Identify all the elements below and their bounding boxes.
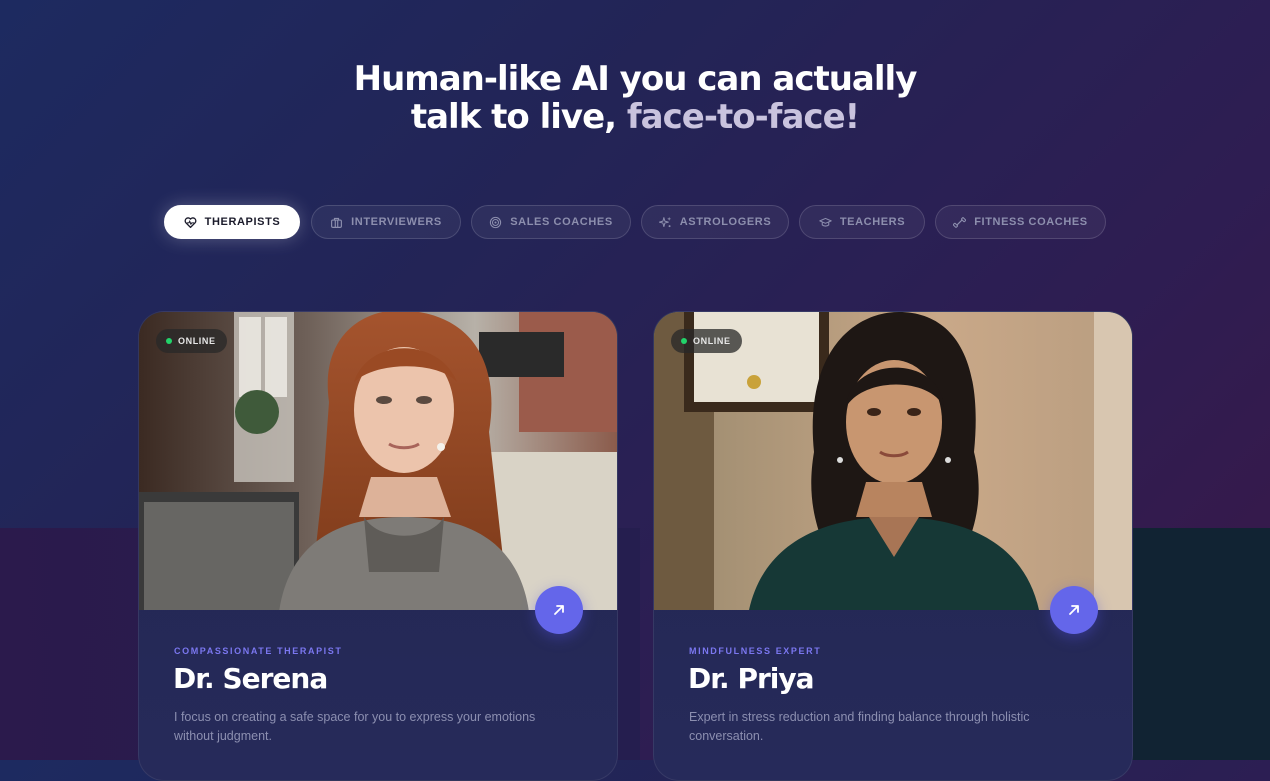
avatar-name: Dr. Priya — [688, 662, 815, 695]
status-label: ONLINE — [178, 336, 216, 346]
tab-astrologers[interactable]: ASTROLOGERS — [641, 205, 789, 239]
tab-label: INTERVIEWERS — [351, 216, 442, 228]
target-icon — [490, 216, 502, 228]
avatar-name: Dr. Serena — [173, 662, 328, 695]
graduation-cap-icon — [819, 217, 832, 227]
tab-label: ASTROLOGERS — [679, 216, 772, 228]
briefcase-icon — [331, 217, 343, 228]
headline-line-2-start: talk to live, — [410, 97, 617, 137]
avatar-role: COMPASSIONATE THERAPIST — [174, 646, 343, 656]
avatar-photo — [654, 312, 1132, 610]
tab-label: SALES COACHES — [510, 216, 613, 228]
arrow-up-right-icon — [554, 605, 564, 615]
avatar-photo — [139, 312, 617, 610]
tab-label: THERAPISTS — [204, 216, 281, 228]
status-label: ONLINE — [693, 336, 731, 346]
tab-label: FITNESS COACHES — [974, 216, 1088, 228]
online-dot-icon — [681, 338, 687, 344]
tab-therapists[interactable]: THERAPISTS — [164, 205, 300, 239]
online-dot-icon — [166, 338, 172, 344]
tab-sales-coaches[interactable]: SALES COACHES — [471, 205, 631, 239]
sparkles-icon — [658, 216, 671, 227]
status-badge: ONLINE — [156, 329, 227, 353]
tab-interviewers[interactable]: INTERVIEWERS — [311, 205, 461, 239]
heart-pulse-icon — [184, 216, 197, 228]
avatar-role: MINDFULNESS EXPERT — [689, 646, 822, 656]
hero-headline: Human-like AI you can actually talk to l… — [0, 60, 1270, 136]
headline-line-1: Human-like AI you can actually — [353, 59, 918, 99]
background-band-right — [1130, 528, 1270, 760]
headline-line-2-highlight: face-to-face! — [626, 97, 860, 137]
tab-teachers[interactable]: TEACHERS — [799, 205, 925, 239]
avatar-description: I focus on creating a safe space for you… — [174, 710, 536, 743]
tab-fitness-coaches[interactable]: FITNESS COACHES — [935, 205, 1106, 239]
avatar-card-priya[interactable]: ONLINE MINDFULNESS EXPERT Dr. Priya Expe… — [653, 311, 1133, 781]
avatar-description: Expert in stress reduction and finding b… — [689, 710, 1030, 743]
dumbbell-icon — [953, 216, 967, 228]
status-badge: ONLINE — [671, 329, 742, 353]
tab-label: TEACHERS — [839, 216, 906, 228]
open-avatar-button[interactable] — [1050, 586, 1098, 634]
open-avatar-button[interactable] — [535, 586, 583, 634]
avatar-card-serena[interactable]: ONLINE COMPASSIONATE THERAPIST Dr. Seren… — [138, 311, 618, 781]
arrow-up-right-icon — [1069, 605, 1079, 615]
headline-line-2: talk to live, face-to-face! — [0, 98, 1270, 136]
